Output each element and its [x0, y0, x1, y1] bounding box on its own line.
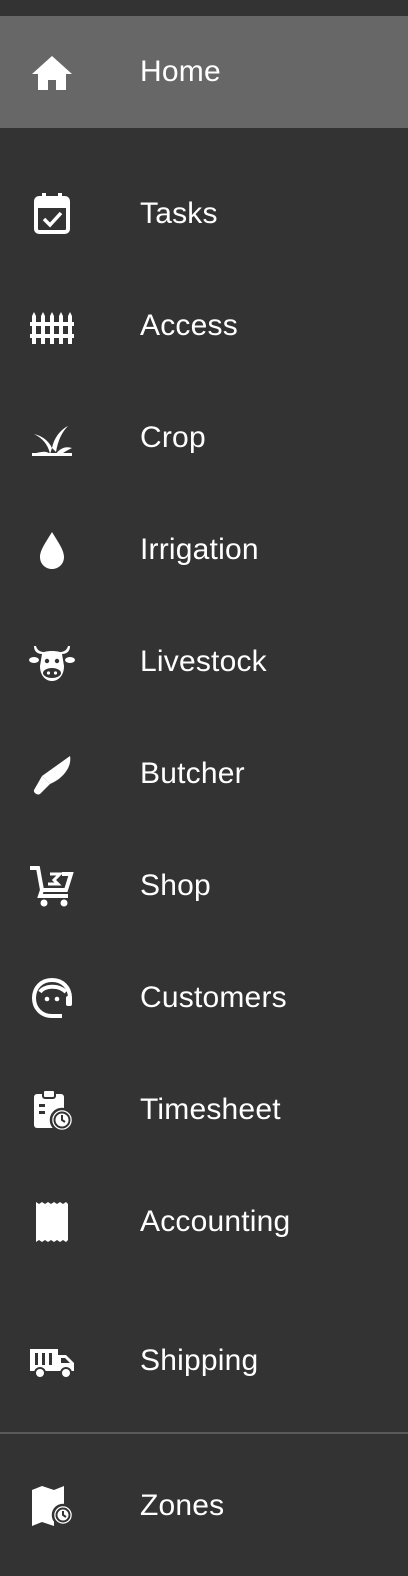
nav-item-label: Tasks [140, 197, 218, 230]
nav-item-label: Customers [140, 981, 287, 1014]
clipboard-clock-icon [28, 1088, 76, 1132]
home-icon [28, 50, 76, 94]
water-drop-icon [28, 528, 76, 572]
nav-item-label: Livestock [140, 645, 267, 678]
map-clock-icon [28, 1484, 76, 1528]
nav-item-label: Accounting [140, 1205, 291, 1238]
fence-icon [28, 304, 76, 348]
drawer-top-strip [0, 0, 408, 16]
nav-item-label: Shipping [140, 1344, 259, 1377]
knife-icon [28, 752, 76, 796]
cart-icon [28, 864, 76, 908]
nav-item-accounting[interactable]: Accounting [0, 1166, 408, 1278]
nav-item-zones[interactable]: Zones [0, 1450, 408, 1562]
nav-item-shipping[interactable]: Shipping [0, 1305, 408, 1417]
receipt-icon [28, 1200, 76, 1244]
nav-item-irrigation[interactable]: Irrigation [0, 494, 408, 606]
nav-item-home[interactable]: Home [0, 16, 408, 128]
nav-item-livestock[interactable]: Livestock [0, 606, 408, 718]
sprout-icon [28, 416, 76, 460]
nav-item-label: Zones [140, 1489, 225, 1522]
face-agent-icon [28, 976, 76, 1020]
nav-divider [0, 1432, 408, 1434]
nav-item-label: Shop [140, 869, 211, 902]
nav-item-butcher[interactable]: Butcher [0, 718, 408, 830]
nav-item-shop[interactable]: Shop [0, 830, 408, 942]
nav-item-customers[interactable]: Customers [0, 942, 408, 1054]
calendar-check-icon [28, 192, 76, 236]
truck-icon [28, 1339, 76, 1383]
nav-item-label: Timesheet [140, 1093, 281, 1126]
nav-item-label: Butcher [140, 757, 245, 790]
nav-item-crop[interactable]: Crop [0, 382, 408, 494]
nav-item-label: Irrigation [140, 533, 259, 566]
nav-item-label: Home [140, 55, 221, 88]
nav-item-access[interactable]: Access [0, 270, 408, 382]
nav-item-label: Crop [140, 421, 206, 454]
nav-item-timesheet[interactable]: Timesheet [0, 1054, 408, 1166]
cow-icon [28, 640, 76, 684]
nav-item-tasks[interactable]: Tasks [0, 158, 408, 270]
nav-item-label: Access [140, 309, 238, 342]
